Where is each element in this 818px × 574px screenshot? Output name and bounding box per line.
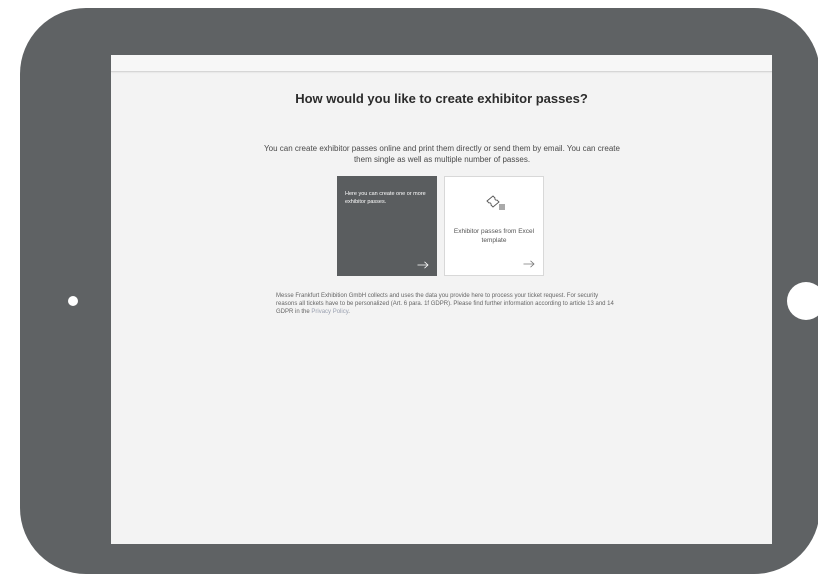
intro-text: You can create exhibitor passes online a… bbox=[264, 144, 620, 164]
privacy-notice: Messe Frankfurt Exhibition GmbH collects… bbox=[276, 292, 616, 316]
top-bar bbox=[111, 55, 772, 72]
excel-template-text: Exhibitor passes from Excel template bbox=[453, 228, 535, 244]
privacy-notice-end: . bbox=[348, 309, 350, 315]
camera-dot bbox=[68, 296, 78, 306]
create-online-text: Here you can create one or more exhibito… bbox=[345, 191, 426, 205]
arrow-right-icon bbox=[523, 260, 535, 268]
page-title: How would you like to create exhibitor p… bbox=[295, 91, 588, 106]
arrow-right-icon bbox=[417, 261, 429, 269]
create-online-option[interactable]: Here you can create one or more exhibito… bbox=[337, 176, 437, 276]
screen: How would you like to create exhibitor p… bbox=[111, 55, 772, 544]
ticket-list-icon bbox=[486, 195, 505, 210]
excel-template-option[interactable]: Exhibitor passes from Excel template bbox=[444, 176, 544, 276]
privacy-policy-link[interactable]: Privacy Policy bbox=[311, 309, 348, 315]
home-button bbox=[787, 282, 818, 320]
tablet-frame: How would you like to create exhibitor p… bbox=[20, 8, 818, 574]
